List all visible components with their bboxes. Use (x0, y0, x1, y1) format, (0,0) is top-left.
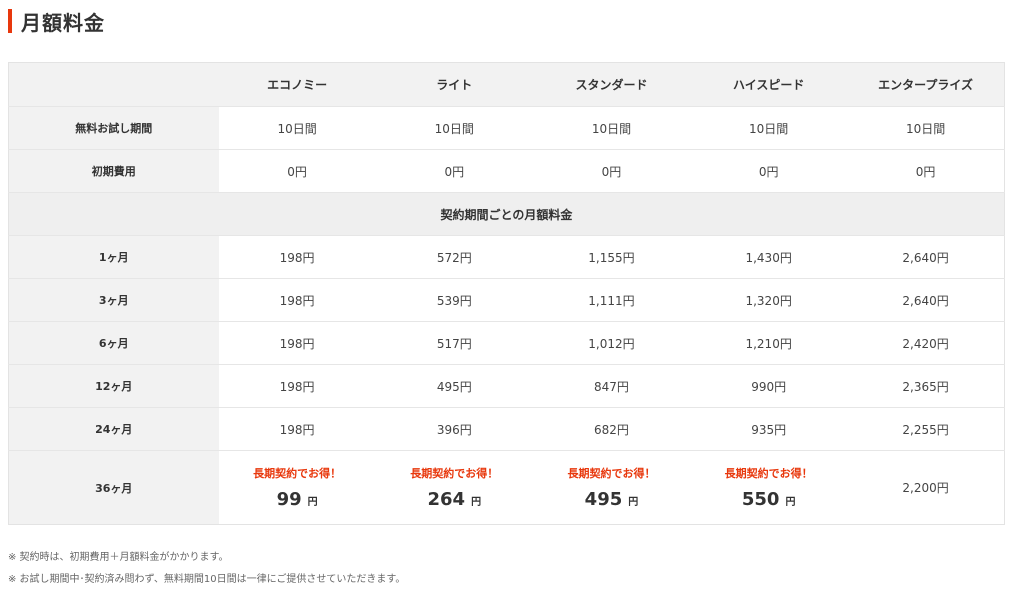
price-unit: 円 (785, 497, 796, 508)
table-header-row: エコノミー ライト スタンダード ハイスピード エンタープライズ (8, 62, 1005, 107)
table-row-initial-fee: 初期費用 0円 0円 0円 0円 0円 (8, 149, 1005, 193)
table-cell: 1,155円 (532, 235, 691, 279)
table-cell: 10日間 (690, 106, 848, 150)
table-cell: 0円 (532, 149, 691, 193)
table-cell: 10日間 (532, 106, 691, 150)
table-cell: 2,640円 (847, 235, 1005, 279)
section-heading: 月額料金 (8, 6, 105, 36)
table-cell: 495円 (375, 364, 533, 408)
section-row-monthly: 契約期間ごとの月額料金 (8, 192, 1005, 236)
table-row-36-months: 36ヶ月 長期契約でお得！ 99 円 長期契約でお得！ 264 円 長期契約でお得！… (8, 450, 1005, 525)
row-label: 24ヶ月 (8, 407, 219, 451)
footnotes: ※ 契約時は、初期費用＋月額料金がかかります。 ※ お試し期間中･契約済み問わず… (8, 547, 405, 591)
price-unit: 円 (628, 497, 639, 508)
table-cell-promo: 長期契約でお得！ 495 円 (532, 450, 691, 525)
header-empty-cell (8, 62, 219, 107)
table-cell: 2,365円 (847, 364, 1005, 408)
promo-label: 長期契約でお得！ (253, 467, 342, 480)
page-title: 月額料金 (21, 10, 105, 35)
table-cell: 517円 (375, 321, 533, 365)
table-cell: 1,210円 (690, 321, 848, 365)
table-cell: 0円 (690, 149, 848, 193)
table-cell: 1,012円 (532, 321, 691, 365)
table-cell: 2,640円 (847, 278, 1005, 322)
table-cell: 198円 (218, 364, 376, 408)
table-row-free-trial: 無料お試し期間 10日間 10日間 10日間 10日間 10日間 (8, 106, 1005, 150)
promo-price: 99 (276, 489, 302, 510)
table-cell: 198円 (218, 321, 376, 365)
promo-label: 長期契約でお得！ (567, 467, 656, 480)
promo-label: 長期契約でお得！ (724, 467, 813, 480)
row-label: 36ヶ月 (8, 450, 219, 525)
plan-header-enterprise: エンタープライズ (847, 62, 1005, 107)
table-cell: 0円 (375, 149, 533, 193)
row-label: 12ヶ月 (8, 364, 219, 408)
table-cell: 0円 (218, 149, 376, 193)
section-label: 契約期間ごとの月額料金 (8, 192, 1005, 236)
table-row-24-months: 24ヶ月 198円 396円 682円 935円 2,255円 (8, 407, 1005, 451)
promo-price: 550 (741, 489, 780, 510)
table-cell: 990円 (690, 364, 848, 408)
table-cell: 0円 (847, 149, 1005, 193)
promo-price: 264 (427, 489, 466, 510)
table-cell: 2,255円 (847, 407, 1005, 451)
heading-accent-bar (8, 9, 12, 33)
row-label: 6ヶ月 (8, 321, 219, 365)
table-cell: 198円 (218, 278, 376, 322)
price-unit: 円 (307, 497, 318, 508)
promo-label: 長期契約でお得！ (410, 467, 499, 480)
plan-header-economy: エコノミー (218, 62, 376, 107)
table-cell: 1,430円 (690, 235, 848, 279)
row-label: 無料お試し期間 (8, 106, 219, 150)
table-cell: 2,200円 (847, 450, 1005, 525)
pricing-table: エコノミー ライト スタンダード ハイスピード エンタープライズ 無料お試し期間… (8, 62, 1005, 525)
plan-header-light: ライト (375, 62, 533, 107)
table-cell: 572円 (375, 235, 533, 279)
footnote: ※ 契約時は、初期費用＋月額料金がかかります。 (8, 552, 229, 563)
footnote: ※ お試し期間中･契約済み問わず、無料期間10日間は一律にご提供させていただきま… (8, 574, 406, 585)
table-cell: 1,111円 (532, 278, 691, 322)
table-row-12-months: 12ヶ月 198円 495円 847円 990円 2,365円 (8, 364, 1005, 408)
table-row-3-months: 3ヶ月 198円 539円 1,111円 1,320円 2,640円 (8, 278, 1005, 322)
table-row-1-month: 1ヶ月 198円 572円 1,155円 1,430円 2,640円 (8, 235, 1005, 279)
table-cell: 198円 (218, 235, 376, 279)
table-cell: 935円 (690, 407, 848, 451)
promo-price: 495 (584, 489, 623, 510)
price-unit: 円 (471, 497, 482, 508)
table-cell: 1,320円 (690, 278, 848, 322)
table-row-6-months: 6ヶ月 198円 517円 1,012円 1,210円 2,420円 (8, 321, 1005, 365)
table-cell: 198円 (218, 407, 376, 451)
row-label: 初期費用 (8, 149, 219, 193)
table-cell: 847円 (532, 364, 691, 408)
row-label: 1ヶ月 (8, 235, 219, 279)
plan-header-standard: スタンダード (532, 62, 691, 107)
table-cell-promo: 長期契約でお得！ 264 円 (375, 450, 533, 525)
table-cell: 2,420円 (847, 321, 1005, 365)
plan-header-highspeed: ハイスピード (690, 62, 848, 107)
row-label: 3ヶ月 (8, 278, 219, 322)
table-cell: 10日間 (375, 106, 533, 150)
table-cell: 10日間 (218, 106, 376, 150)
table-cell: 10日間 (847, 106, 1005, 150)
table-cell: 539円 (375, 278, 533, 322)
table-cell-promo: 長期契約でお得！ 99 円 (218, 450, 376, 525)
table-cell: 682円 (532, 407, 691, 451)
table-cell: 396円 (375, 407, 533, 451)
table-cell-promo: 長期契約でお得！ 550 円 (690, 450, 848, 525)
